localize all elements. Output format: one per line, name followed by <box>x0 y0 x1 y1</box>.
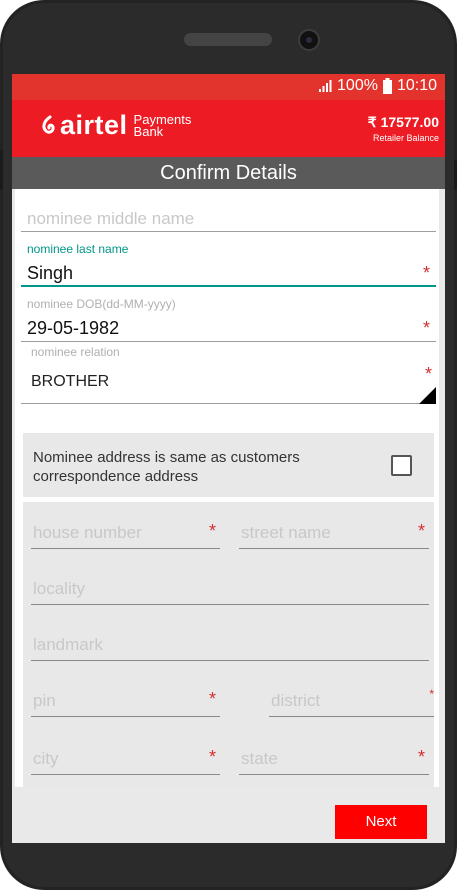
underline <box>31 604 429 605</box>
same-address-label: Nominee address is same as customers cor… <box>33 449 300 485</box>
required-marker: * <box>422 318 430 338</box>
page-title: Confirm Details <box>12 157 445 189</box>
pin-field[interactable]: pin * <box>31 683 220 717</box>
required-marker: * <box>208 747 216 767</box>
nominee-last-name-value: Singh <box>27 263 74 283</box>
underline <box>31 716 220 717</box>
required-marker: * <box>429 687 434 701</box>
underline <box>21 403 436 404</box>
locality-placeholder: locality <box>33 579 85 598</box>
street-name-field[interactable]: street name * <box>239 515 429 549</box>
district-placeholder: district <box>271 691 321 710</box>
balance-label: Retailer Balance <box>372 133 439 143</box>
pin-placeholder: pin <box>33 691 56 710</box>
city-field[interactable]: city * <box>31 741 220 775</box>
nominee-relation-value: BROTHER <box>31 373 110 390</box>
battery-percent: 100% <box>337 77 378 94</box>
nominee-dob-label: nominee DOB(dd-MM-yyyy) <box>27 297 176 311</box>
required-marker: * <box>422 263 430 283</box>
locality-field[interactable]: locality <box>31 571 429 605</box>
form-content: nominee middle name nominee last name Si… <box>15 189 439 787</box>
nominee-middle-name-placeholder: nominee middle name <box>27 209 195 228</box>
same-address-panel: Nominee address is same as customers cor… <box>23 433 434 497</box>
street-name-placeholder: street name <box>241 523 331 542</box>
nominee-relation-dropdown[interactable]: nominee relation BROTHER * <box>21 342 436 404</box>
underline <box>269 716 434 717</box>
nominee-relation-label: nominee relation <box>31 345 120 359</box>
landmark-field[interactable]: landmark <box>31 627 429 661</box>
district-field[interactable]: district * <box>269 683 434 717</box>
address-panel: house number * street name * locality la… <box>23 502 434 787</box>
landmark-placeholder: landmark <box>33 635 103 654</box>
city-placeholder: city <box>33 749 59 768</box>
nominee-dob-field[interactable]: nominee DOB(dd-MM-yyyy) 29-05-1982 * <box>21 294 436 342</box>
phone-frame: 100% 10:10 airtel Payments Bank ₹ 17577.… <box>0 0 457 890</box>
state-placeholder: state <box>241 749 278 768</box>
next-button[interactable]: Next <box>335 805 427 839</box>
underline <box>31 548 220 549</box>
underline-active <box>21 285 436 287</box>
status-bar: 100% 10:10 <box>12 74 445 100</box>
required-marker: * <box>417 747 425 767</box>
required-marker: * <box>424 364 432 384</box>
clock: 10:10 <box>396 77 437 94</box>
front-camera <box>298 29 320 51</box>
required-marker: * <box>208 521 216 541</box>
brand-sub-line2: Bank <box>133 123 164 139</box>
underline <box>239 774 429 775</box>
state-field[interactable]: state * <box>239 741 429 775</box>
house-number-field[interactable]: house number * <box>31 515 220 549</box>
earpiece-speaker <box>184 33 272 46</box>
underline <box>31 660 429 661</box>
signal-icon <box>319 80 332 92</box>
nominee-middle-name-field[interactable]: nominee middle name <box>21 189 436 232</box>
underline <box>21 231 436 232</box>
required-marker: * <box>417 521 425 541</box>
underline <box>239 548 429 549</box>
required-marker: * <box>208 689 216 709</box>
balance-amount: ₹ 17577.00 <box>367 114 439 130</box>
retailer-balance: ₹ 17577.00 Retailer Balance <box>368 114 439 143</box>
volume-button <box>0 150 3 190</box>
nominee-last-name-field[interactable]: nominee last name Singh * <box>21 239 436 287</box>
same-address-checkbox[interactable] <box>391 455 412 476</box>
dropdown-arrow-icon <box>419 387 436 404</box>
brand-name: airtel <box>60 110 128 140</box>
airtel-logo: airtel Payments Bank <box>40 112 191 139</box>
underline <box>31 774 220 775</box>
nominee-last-name-label: nominee last name <box>27 242 129 256</box>
battery-icon <box>382 78 392 94</box>
screen: 100% 10:10 airtel Payments Bank ₹ 17577.… <box>12 74 445 843</box>
airtel-swirl-icon <box>42 115 55 134</box>
brand-subtitle: Payments Bank <box>133 113 192 139</box>
house-number-placeholder: house number <box>33 523 142 542</box>
app-bar: airtel Payments Bank ₹ 17577.00 Retailer… <box>12 100 445 157</box>
nominee-dob-value: 29-05-1982 <box>27 318 120 338</box>
